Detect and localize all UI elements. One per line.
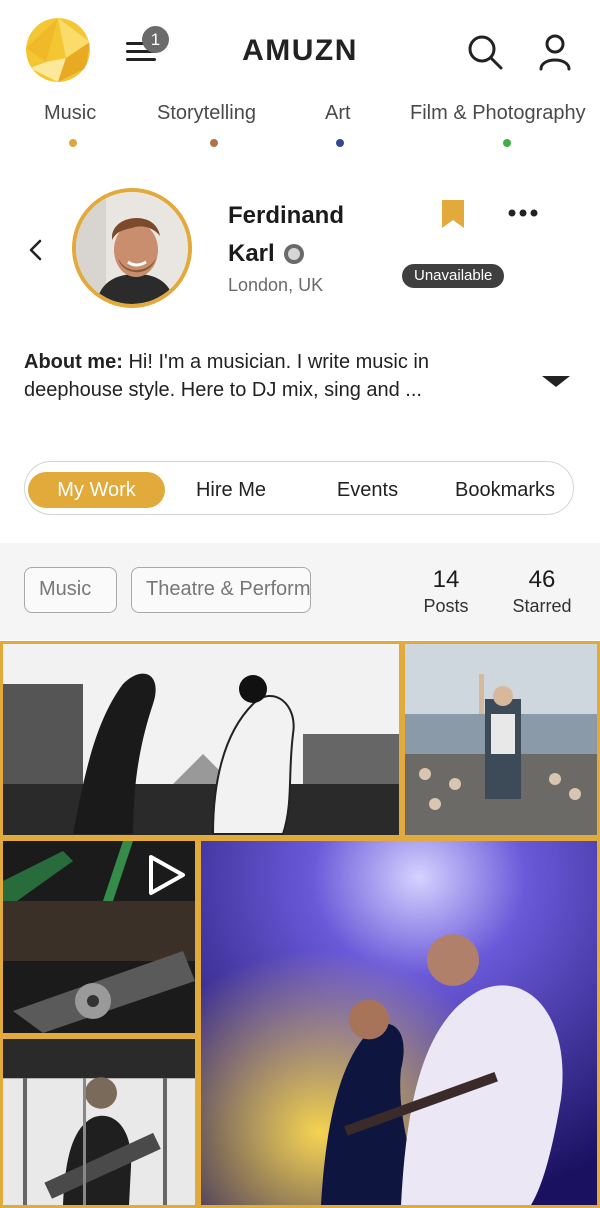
category-music-dot	[69, 139, 77, 147]
back-icon[interactable]	[24, 236, 48, 264]
category-music[interactable]: Music	[44, 102, 96, 125]
category-art-dot	[336, 139, 344, 147]
avatar	[72, 188, 192, 308]
media-tile-live-performance[interactable]	[198, 838, 600, 1208]
last-name: Karl	[228, 240, 275, 267]
status-indicator-icon	[283, 244, 304, 264]
tab-events[interactable]: Events	[305, 472, 430, 508]
bookmark-icon[interactable]	[440, 198, 466, 230]
first-name: Ferdinand	[228, 202, 345, 229]
posts-count: 14	[432, 566, 460, 593]
category-storytelling[interactable]: Storytelling	[157, 102, 256, 125]
about-label: About me:	[24, 351, 123, 373]
media-tile-dj-video[interactable]	[0, 838, 198, 1036]
category-storytelling-dot	[210, 139, 218, 147]
media-tile-concert-bw[interactable]	[0, 641, 402, 838]
app-title: AMUZN	[242, 34, 358, 67]
media-tile-guitarist[interactable]	[0, 1036, 198, 1208]
category-film-dot	[503, 139, 511, 147]
tab-hire-me[interactable]: Hire Me	[170, 472, 292, 508]
play-icon[interactable]	[143, 853, 187, 897]
filter-chip-theatre[interactable]: Theatre & Performance	[131, 567, 311, 613]
filter-chip-music[interactable]: Music	[24, 567, 117, 613]
profile-name: Ferdinand Karl	[228, 197, 344, 273]
search-icon[interactable]	[465, 32, 505, 72]
status-badge: Unavailable	[402, 264, 505, 288]
user-icon[interactable]	[535, 32, 575, 72]
starred-count: 46	[528, 566, 556, 593]
category-art[interactable]: Art	[325, 102, 351, 125]
expand-chevron-down-icon[interactable]	[540, 374, 572, 388]
tab-my-work[interactable]: My Work	[28, 472, 165, 508]
profile-location: London, UK	[228, 275, 324, 295]
posts-label: Posts	[423, 596, 469, 616]
starred-label: Starred	[512, 596, 572, 616]
profile-tabs: My Work Hire Me Events Bookmarks	[24, 461, 574, 515]
tab-bookmarks[interactable]: Bookmarks	[437, 472, 573, 508]
more-options-icon[interactable]	[506, 205, 542, 221]
about-me: About me: Hi! I'm a musician. I write mu…	[24, 348, 524, 404]
media-tile-stage-crowd[interactable]	[402, 641, 600, 838]
category-film-photography[interactable]: Film & Photography	[410, 102, 586, 125]
